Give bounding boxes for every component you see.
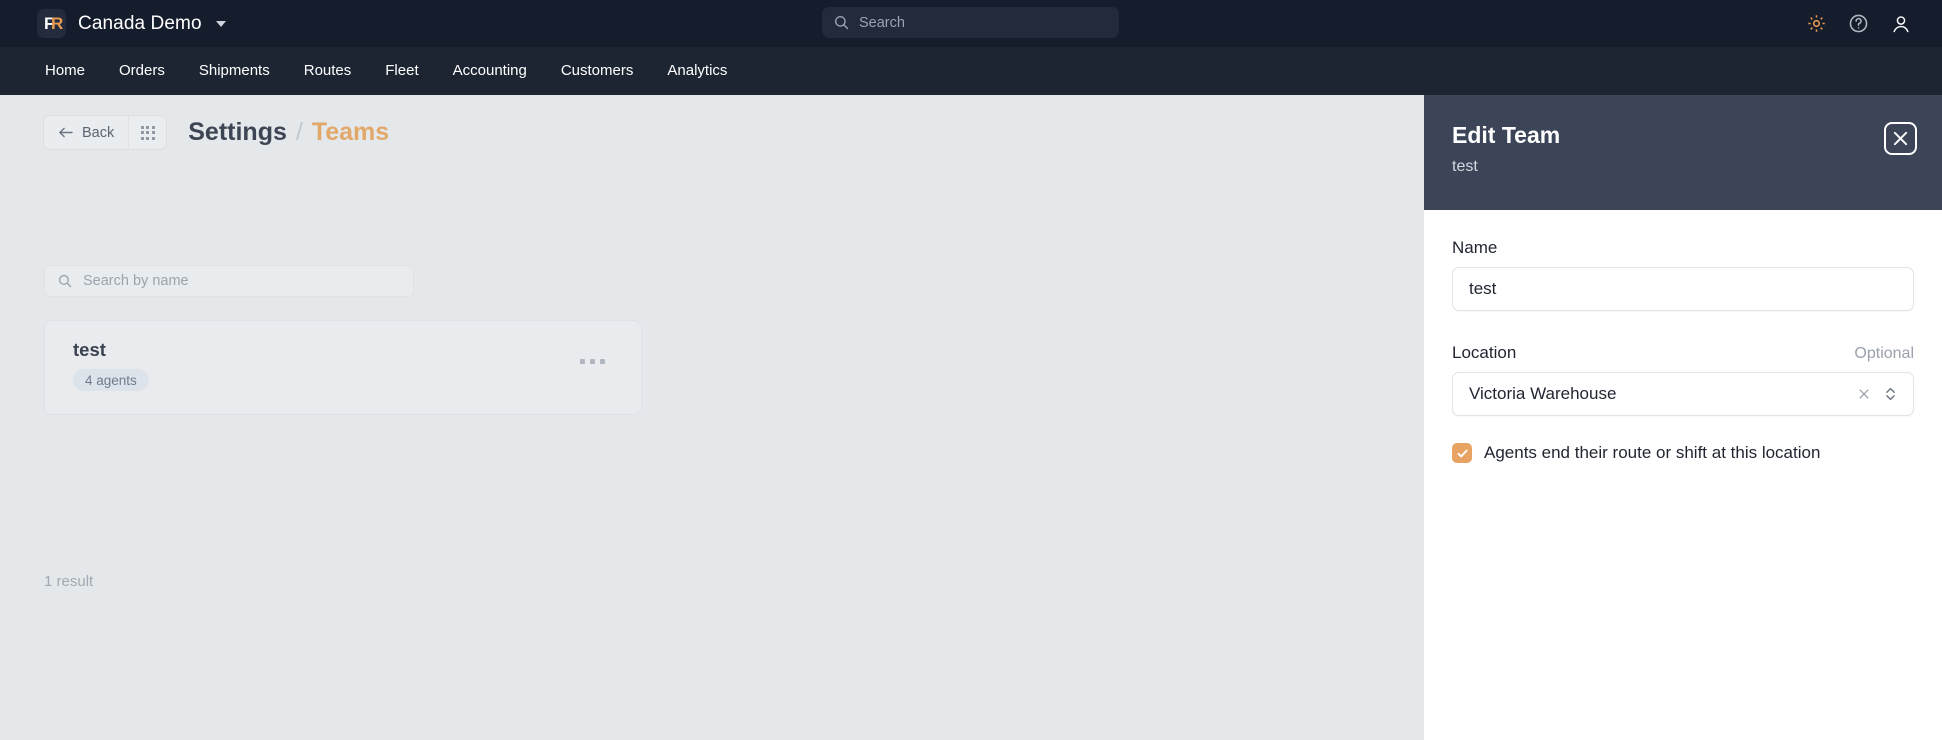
arrow-left-icon bbox=[59, 127, 73, 138]
nav-item-orders[interactable]: Orders bbox=[102, 47, 182, 95]
panel-body: Name test Location Optional Victoria War… bbox=[1424, 210, 1942, 740]
name-input-value: test bbox=[1469, 279, 1497, 298]
close-icon bbox=[1893, 131, 1908, 146]
field-spacer bbox=[1452, 311, 1914, 343]
nav-item-shipments[interactable]: Shipments bbox=[182, 47, 287, 95]
location-select-value: Victoria Warehouse bbox=[1469, 384, 1617, 403]
nav-item-customers[interactable]: Customers bbox=[544, 47, 651, 95]
breadcrumb-toolbar: Back Settings / Teams bbox=[44, 116, 389, 149]
team-card-agent-badge: 4 agents bbox=[73, 369, 149, 391]
end-route-checkbox-label: Agents end their route or shift at this … bbox=[1484, 443, 1821, 462]
search-input-placeholder: Search by name bbox=[83, 273, 189, 289]
result-count: 1 result bbox=[44, 573, 94, 590]
app-logo-icon: F R bbox=[37, 9, 66, 38]
gear-icon[interactable] bbox=[1806, 13, 1827, 34]
team-card[interactable]: test 4 agents bbox=[44, 320, 642, 415]
team-card-name: test bbox=[73, 339, 106, 360]
chevron-down-icon bbox=[215, 20, 226, 27]
back-button[interactable]: Back bbox=[44, 116, 128, 149]
chevron-updown-icon[interactable] bbox=[1880, 385, 1901, 403]
nav-item-accounting[interactable]: Accounting bbox=[436, 47, 544, 95]
org-switcher[interactable]: F R Canada Demo bbox=[37, 9, 226, 38]
name-input[interactable]: test bbox=[1452, 267, 1914, 311]
location-field-label: Location bbox=[1452, 343, 1517, 362]
top-bar: F R Canada Demo Search bbox=[0, 0, 1942, 47]
panel-header: Edit Team test bbox=[1424, 95, 1942, 210]
location-field-label-row: Location Optional bbox=[1452, 343, 1914, 363]
logo-letter-r: R bbox=[51, 14, 64, 33]
account-icon[interactable] bbox=[1890, 13, 1912, 35]
close-button[interactable] bbox=[1884, 122, 1917, 155]
apps-grid-button[interactable] bbox=[129, 116, 166, 149]
search-icon bbox=[58, 274, 72, 288]
ellipsis-icon[interactable] bbox=[574, 353, 611, 370]
breadcrumb-settings[interactable]: Settings bbox=[188, 118, 287, 147]
breadcrumb-teams[interactable]: Teams bbox=[312, 118, 389, 147]
search-icon bbox=[834, 15, 849, 30]
name-field-label-row: Name bbox=[1452, 238, 1914, 258]
panel-subtitle: test bbox=[1452, 158, 1478, 175]
edit-team-panel: Edit Team test Name test Location Option… bbox=[1424, 95, 1942, 740]
nav-item-fleet[interactable]: Fleet bbox=[368, 47, 435, 95]
global-search-input[interactable]: Search bbox=[822, 7, 1119, 38]
panel-title: Edit Team bbox=[1452, 122, 1561, 148]
topbar-icon-group bbox=[1806, 0, 1912, 47]
help-icon[interactable] bbox=[1848, 13, 1869, 34]
back-button-label: Back bbox=[82, 124, 115, 141]
breadcrumb-separator: / bbox=[295, 118, 303, 146]
name-field-label: Name bbox=[1452, 238, 1498, 257]
search-input[interactable]: Search by name bbox=[44, 265, 414, 297]
nav-item-analytics[interactable]: Analytics bbox=[650, 47, 744, 95]
main-content: Back Settings / Teams Search by name tes… bbox=[0, 95, 1424, 740]
check-icon bbox=[1456, 449, 1468, 457]
location-select[interactable]: Victoria Warehouse bbox=[1452, 372, 1914, 416]
nav-item-routes[interactable]: Routes bbox=[287, 47, 369, 95]
nav-item-home[interactable]: Home bbox=[28, 47, 102, 95]
org-name: Canada Demo bbox=[78, 12, 202, 34]
main-nav: Home Orders Shipments Routes Fleet Accou… bbox=[0, 47, 1942, 95]
location-optional-note: Optional bbox=[1854, 345, 1914, 362]
clear-x-icon[interactable] bbox=[1848, 387, 1880, 401]
breadcrumb: Settings / Teams bbox=[188, 118, 389, 147]
back-button-group: Back bbox=[44, 116, 167, 149]
end-route-checkbox[interactable] bbox=[1452, 443, 1472, 463]
end-route-checkbox-row[interactable]: Agents end their route or shift at this … bbox=[1452, 443, 1914, 463]
apps-grid-icon bbox=[140, 125, 155, 140]
global-search-placeholder: Search bbox=[859, 14, 905, 31]
